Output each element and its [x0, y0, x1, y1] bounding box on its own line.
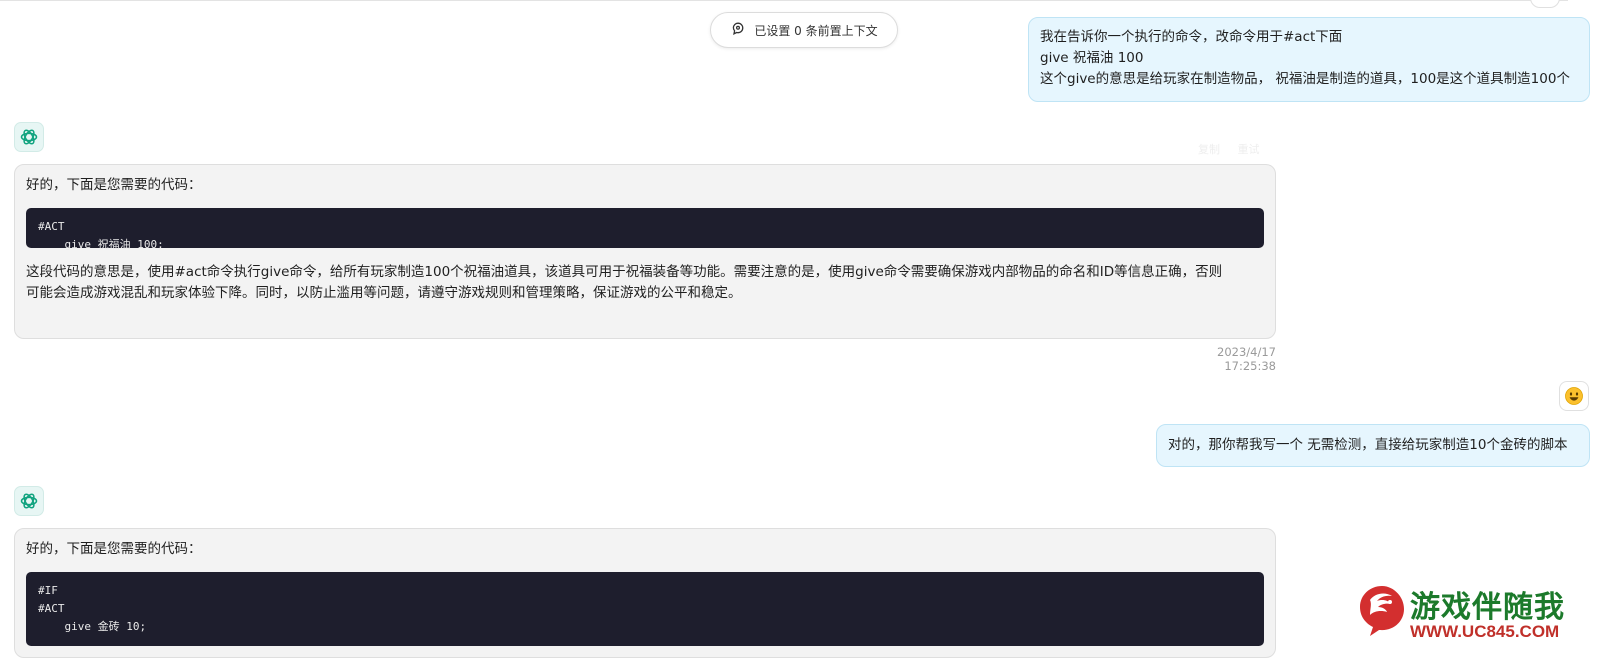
message-line: give 祝福油 100: [1040, 50, 1144, 66]
assistant-avatar: [14, 122, 44, 152]
code-line: give 祝福油 100;: [38, 238, 164, 251]
scroll-to-top-button[interactable]: [1530, 0, 1560, 8]
assistant-avatar: [14, 486, 44, 516]
watermark: 游戏伴随我 WWW.UC845.COM: [1352, 578, 1596, 644]
message-intro: 好的，下面是您需要的代码：: [26, 541, 202, 557]
message-line: 对的，那你帮我写一个 无需检测，直接给玩家制造10个金砖的脚本: [1168, 437, 1568, 453]
code-line: #IF: [38, 584, 58, 597]
retry-action[interactable]: 重试: [1238, 143, 1260, 156]
message-paragraph: 这段代码的意思是，使用#act命令执行give命令，给所有玩家制造100个祝福油…: [26, 262, 1264, 304]
openai-logo-icon: [20, 129, 38, 145]
code-line: #ACT: [38, 602, 65, 615]
code-line: #ACT: [38, 220, 65, 233]
user-avatar: [1559, 381, 1589, 411]
watermark-url: WWW.UC845.COM: [1410, 622, 1560, 641]
dragon-logo-icon: [1360, 586, 1404, 636]
assistant-message: 好的，下面是您需要的代码： #IF #ACT give 金砖 10;: [14, 528, 1276, 658]
context-icon: [730, 21, 746, 40]
smiley-face-icon: [1565, 387, 1583, 405]
context-label: 已设置 0 条前置上下文: [754, 23, 878, 38]
message-intro: 好的，下面是您需要的代码：: [26, 177, 202, 193]
watermark-title: 游戏伴随我: [1410, 590, 1565, 625]
message-actions: 复制 重试: [1198, 141, 1274, 157]
openai-logo-icon: [20, 493, 38, 509]
paragraph-line: 可能会造成游戏混乱和玩家体验下降。同时，以防止滥用等问题，请遵守游戏规则和管理策…: [26, 285, 742, 301]
message-line: 我在告诉你一个执行的命令，改命令用于#act下面: [1040, 29, 1343, 45]
code-block: #IF #ACT give 金砖 10;: [26, 572, 1264, 646]
message-line: 这个give的意思是给玩家在制造物品， 祝福油是制造的道具，100是这个道具制造…: [1040, 71, 1570, 87]
assistant-message: 好的，下面是您需要的代码： #ACT give 祝福油 100; 这段代码的意思…: [14, 164, 1276, 339]
context-setting-button[interactable]: 已设置 0 条前置上下文: [710, 12, 898, 48]
copy-action[interactable]: 复制: [1198, 143, 1220, 156]
top-divider: [0, 0, 1568, 1]
code-block: #ACT give 祝福油 100;: [26, 208, 1264, 251]
code-line: give 金砖 10;: [38, 620, 147, 633]
user-message: 对的，那你帮我写一个 无需检测，直接给玩家制造10个金砖的脚本: [1156, 424, 1590, 467]
paragraph-line: 这段代码的意思是，使用#act命令执行give命令，给所有玩家制造100个祝福油…: [26, 264, 1223, 280]
user-message: 我在告诉你一个执行的命令，改命令用于#act下面 give 祝福油 100 这个…: [1028, 17, 1590, 102]
message-timestamp: 2023/4/17 17:25:38: [1217, 345, 1276, 373]
